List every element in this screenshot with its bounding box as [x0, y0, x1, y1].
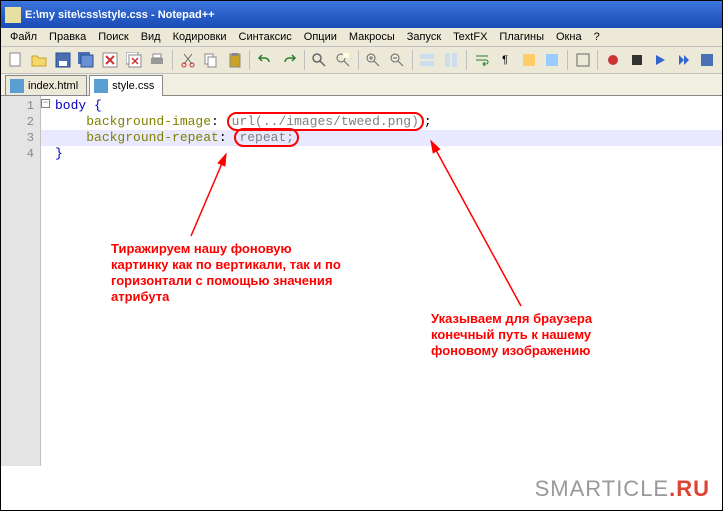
toolbar: ¶	[1, 47, 722, 74]
tabbar: index.html style.css	[1, 74, 722, 96]
indent-guide-icon[interactable]	[518, 49, 540, 71]
line-number: 2	[1, 114, 40, 130]
menu-syntax[interactable]: Синтаксис	[234, 29, 297, 45]
separator	[172, 50, 173, 70]
show-all-chars-icon[interactable]: ¶	[494, 49, 516, 71]
print-icon[interactable]	[146, 49, 168, 71]
lang-icon[interactable]	[541, 49, 563, 71]
doc-map-icon[interactable]	[572, 49, 594, 71]
sync-v-icon[interactable]	[417, 49, 439, 71]
tab-label: index.html	[28, 80, 78, 92]
wrap-icon[interactable]	[471, 49, 493, 71]
menu-textfx[interactable]: TextFX	[448, 29, 492, 45]
code-line: }	[41, 146, 722, 162]
annotation-right: Указываем для браузераконечный путь к на…	[431, 311, 651, 359]
menubar: Файл Правка Поиск Вид Кодировки Синтакси…	[1, 28, 722, 47]
undo-icon[interactable]	[254, 49, 276, 71]
line-number: 3	[1, 130, 40, 146]
new-file-icon[interactable]	[5, 49, 27, 71]
menu-macros[interactable]: Макросы	[344, 29, 400, 45]
paste-icon[interactable]	[224, 49, 246, 71]
menu-view[interactable]: Вид	[136, 29, 166, 45]
save-all-icon[interactable]	[76, 49, 98, 71]
menu-edit[interactable]: Правка	[44, 29, 91, 45]
app-icon	[5, 7, 21, 23]
separator	[358, 50, 359, 70]
menu-file[interactable]: Файл	[5, 29, 42, 45]
play-icon[interactable]	[650, 49, 672, 71]
fold-marker[interactable]: −	[41, 99, 50, 108]
cut-icon[interactable]	[177, 49, 199, 71]
zoom-out-icon[interactable]	[386, 49, 408, 71]
redo-icon[interactable]	[278, 49, 300, 71]
line-number: 1	[1, 98, 40, 114]
playback-icon[interactable]	[673, 49, 695, 71]
save-macro-icon[interactable]	[697, 49, 719, 71]
annotation-left: Тиражируем нашу фоновуюкартинку как по в…	[111, 241, 371, 305]
menu-options[interactable]: Опции	[299, 29, 342, 45]
tab-index-html[interactable]: index.html	[5, 75, 87, 95]
window-titlebar: E:\my site\css\style.css - Notepad++	[1, 1, 722, 28]
watermark-suffix: .RU	[669, 476, 710, 501]
stop-icon[interactable]	[626, 49, 648, 71]
menu-search[interactable]: Поиск	[93, 29, 133, 45]
watermark-text: SMARTICLE	[535, 476, 670, 501]
window-title: E:\my site\css\style.css - Notepad++	[25, 9, 215, 21]
replace-icon[interactable]	[332, 49, 354, 71]
separator	[597, 50, 598, 70]
zoom-in-icon[interactable]	[363, 49, 385, 71]
line-gutter: 1 2 3 4	[1, 96, 41, 466]
separator	[412, 50, 413, 70]
save-icon[interactable]	[52, 49, 74, 71]
open-file-icon[interactable]	[29, 49, 51, 71]
close-icon[interactable]	[99, 49, 121, 71]
menu-windows[interactable]: Окна	[551, 29, 587, 45]
separator	[304, 50, 305, 70]
menu-run[interactable]: Запуск	[402, 29, 446, 45]
file-icon	[94, 79, 108, 93]
code-line: background-repeat: repeat;	[41, 130, 722, 146]
line-number: 4	[1, 146, 40, 162]
copy-icon[interactable]	[200, 49, 222, 71]
separator	[249, 50, 250, 70]
menu-plugins[interactable]: Плагины	[494, 29, 549, 45]
menu-help[interactable]: ?	[589, 29, 605, 45]
separator	[567, 50, 568, 70]
find-icon[interactable]	[309, 49, 331, 71]
record-icon[interactable]	[602, 49, 624, 71]
tab-label: style.css	[112, 80, 154, 92]
close-all-icon[interactable]	[123, 49, 145, 71]
code-line: background-image: url(../images/tweed.pn…	[41, 114, 722, 130]
watermark: SMARTICLE.RU	[535, 476, 710, 502]
sync-h-icon[interactable]	[440, 49, 462, 71]
menu-encoding[interactable]: Кодировки	[168, 29, 232, 45]
file-icon	[10, 79, 24, 93]
separator	[466, 50, 467, 70]
tab-style-css[interactable]: style.css	[89, 75, 163, 96]
